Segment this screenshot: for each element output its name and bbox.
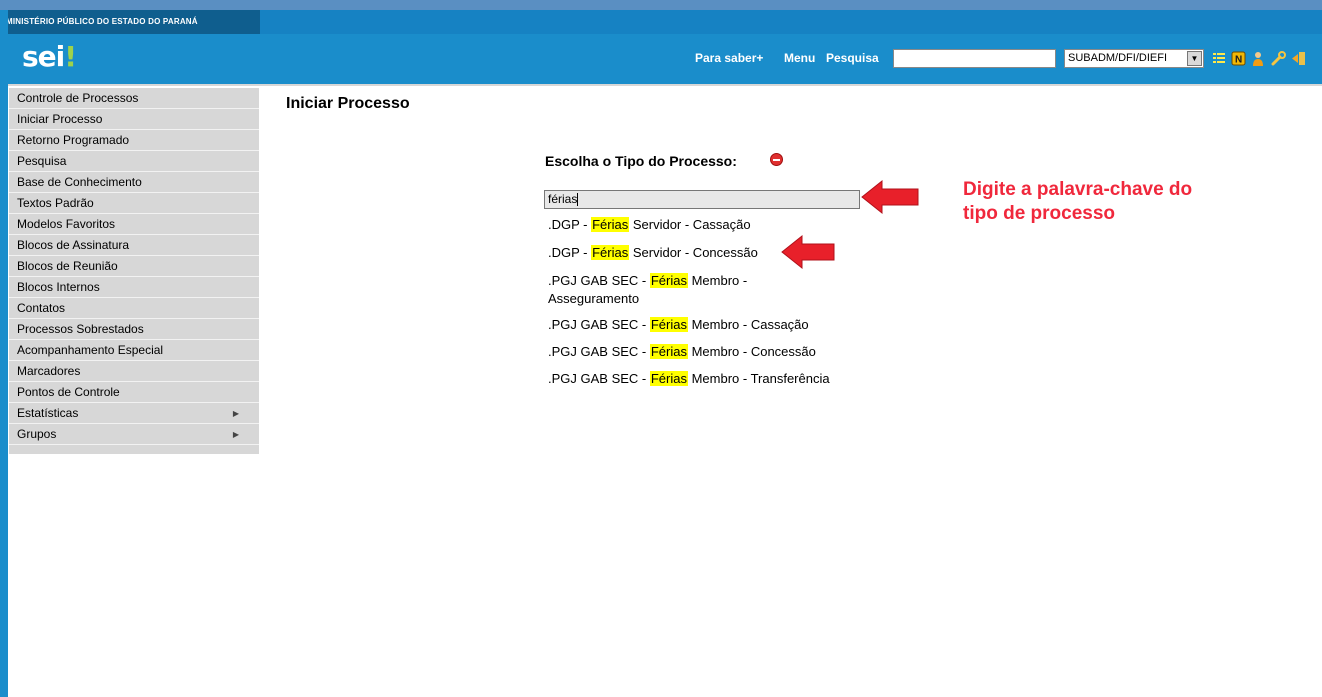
notes-icon[interactable]: N [1230, 51, 1246, 67]
browser-frame: MINISTÉRIO PÚBLICO DO ESTADO DO PARANÁ s… [0, 0, 1322, 697]
sidebar-item-retorno-programado[interactable]: Retorno Programado [9, 130, 259, 151]
sidebar-item-label: Grupos [17, 427, 57, 441]
sidebar-item-label: Acompanhamento Especial [17, 343, 164, 357]
filter-input-value: férias [548, 192, 578, 206]
process-type-option[interactable]: .PGJ GAB SEC - Férias Membro - Assegurame… [548, 272, 747, 308]
sidebar-item-base-conhecimento[interactable]: Base de Conhecimento [9, 172, 259, 193]
sidebar-item-label: Controle de Processos [17, 91, 139, 105]
sidebar-item-label: Blocos Internos [17, 280, 100, 294]
svg-text:N: N [1235, 55, 1242, 66]
sidebar-item-label: Estatísticas [17, 406, 79, 420]
sidebar-item-estatisticas[interactable]: Estatísticas ▶ [9, 403, 259, 424]
sidebar-item-grupos[interactable]: Grupos ▶ [9, 424, 259, 445]
sidebar-item-label: Base de Conhecimento [17, 175, 142, 189]
sidebar-item-label: Blocos de Reunião [17, 259, 118, 273]
sidebar-item-pontos-controle[interactable]: Pontos de Controle [9, 382, 259, 403]
left-border [0, 10, 8, 697]
page-title: Iniciar Processo [286, 95, 410, 112]
annotation-arrow-icon [781, 234, 835, 270]
option-prefix: .PGJ GAB SEC - [548, 317, 650, 332]
sidebar-menu: Controle de Processos Iniciar Processo R… [9, 88, 259, 454]
sidebar-item-blocos-internos[interactable]: Blocos Internos [9, 277, 259, 298]
logo-text: sei [22, 40, 65, 73]
sidebar-item-textos-padrao[interactable]: Textos Padrão [9, 193, 259, 214]
sei-logo[interactable]: sei! [22, 40, 77, 73]
option-suffix: Membro - Transferência [687, 371, 830, 386]
sidebar-item-iniciar-processo[interactable]: Iniciar Processo [9, 109, 259, 130]
keyword-highlight: Férias [649, 371, 688, 386]
annotation-arrow-icon [861, 179, 919, 215]
header-divider [0, 84, 1322, 86]
process-type-option[interactable]: .PGJ GAB SEC - Férias Membro - Concessão [548, 343, 816, 361]
exit-icon[interactable] [1291, 51, 1307, 67]
sidebar-item-label: Contatos [17, 301, 66, 315]
sidebar-item-acompanhamento-especial[interactable]: Acompanhamento Especial [9, 340, 259, 361]
unit-select[interactable]: SUBADM/DFI/DIEFI ▼ [1064, 49, 1204, 68]
keyword-highlight: Férias [591, 217, 630, 232]
pesquisa-link[interactable]: Pesquisa [826, 51, 879, 65]
org-name: MINISTÉRIO PÚBLICO DO ESTADO DO PARANÁ [0, 10, 260, 34]
option-prefix: .DGP - [548, 245, 592, 260]
sidebar-item-label: Modelos Favoritos [17, 217, 116, 231]
sidebar-item-label: Pontos de Controle [17, 385, 120, 399]
option-suffix: Servidor - Cassação [629, 217, 751, 232]
para-saber-link[interactable]: Para saber+ [695, 51, 763, 65]
annotation-note: Digite a palavra-chave do tipo de proces… [963, 178, 1293, 226]
remove-icon[interactable] [770, 153, 783, 166]
annotation-line-1: Digite a palavra-chave do [963, 179, 1193, 200]
submenu-arrow-icon: ▶ [232, 409, 239, 418]
keyword-highlight: Férias [649, 317, 688, 332]
list-icon[interactable] [1211, 51, 1227, 67]
sidebar-item-blocos-assinatura[interactable]: Blocos de Assinatura [9, 235, 259, 256]
sidebar-item-blocos-reuniao[interactable]: Blocos de Reunião [9, 256, 259, 277]
choose-type-label: Escolha o Tipo do Processo: [545, 153, 737, 169]
sidebar-item-controle-processos[interactable]: Controle de Processos [9, 88, 259, 109]
text-caret [577, 193, 579, 207]
wrench-icon[interactable] [1270, 51, 1286, 67]
process-type-option[interactable]: .DGP - Férias Servidor - Cassação [548, 216, 751, 234]
sidebar-item-pesquisa[interactable]: Pesquisa [9, 151, 259, 172]
process-type-option[interactable]: .PGJ GAB SEC - Férias Membro - Cassação [548, 316, 809, 334]
submenu-arrow-icon: ▶ [232, 430, 239, 439]
sidebar-item-label: Blocos de Assinatura [17, 238, 130, 252]
option-suffix: Membro - Concessão [687, 344, 816, 359]
sidebar-item-label: Pesquisa [17, 154, 67, 168]
menu-link[interactable]: Menu [784, 51, 815, 65]
annotation-line-2: tipo de processo [963, 203, 1116, 224]
option-suffix: Membro - [687, 273, 748, 288]
sidebar-item-label: Retorno Programado [17, 133, 130, 147]
keyword-highlight: Férias [649, 344, 688, 359]
option-prefix: .PGJ GAB SEC - [548, 344, 650, 359]
logo-accent: ! [64, 40, 77, 73]
process-type-filter-input[interactable]: férias [544, 190, 860, 209]
process-type-option[interactable]: .PGJ GAB SEC - Férias Membro - Transferê… [548, 370, 830, 388]
sidebar-item-label: Iniciar Processo [17, 112, 103, 126]
sidebar-item-marcadores[interactable]: Marcadores [9, 361, 259, 382]
sidebar-item-contatos[interactable]: Contatos [9, 298, 259, 319]
top-stripe [0, 0, 1322, 10]
option-second-line: Asseguramento [548, 291, 640, 306]
sidebar-item-modelos-favoritos[interactable]: Modelos Favoritos [9, 214, 259, 235]
option-prefix: .PGJ GAB SEC - [548, 273, 650, 288]
dropdown-arrow-icon: ▼ [1187, 51, 1202, 66]
header-search-input[interactable] [893, 49, 1056, 68]
option-prefix: .DGP - [548, 217, 592, 232]
process-type-option[interactable]: .DGP - Férias Servidor - Concessão [548, 244, 758, 262]
keyword-highlight: Férias [591, 245, 630, 260]
option-prefix: .PGJ GAB SEC - [548, 371, 650, 386]
option-suffix: Servidor - Concessão [629, 245, 758, 260]
sidebar-item-label: Processos Sobrestados [17, 322, 144, 336]
keyword-highlight: Férias [649, 273, 688, 288]
sidebar-item-label: Textos Padrão [17, 196, 94, 210]
user-icon[interactable] [1250, 51, 1266, 67]
sidebar-item-label: Marcadores [17, 364, 81, 378]
option-suffix: Membro - Cassação [687, 317, 809, 332]
sidebar-item-processos-sobrestados[interactable]: Processos Sobrestados [9, 319, 259, 340]
unit-select-value: SUBADM/DFI/DIEFI [1068, 52, 1168, 64]
